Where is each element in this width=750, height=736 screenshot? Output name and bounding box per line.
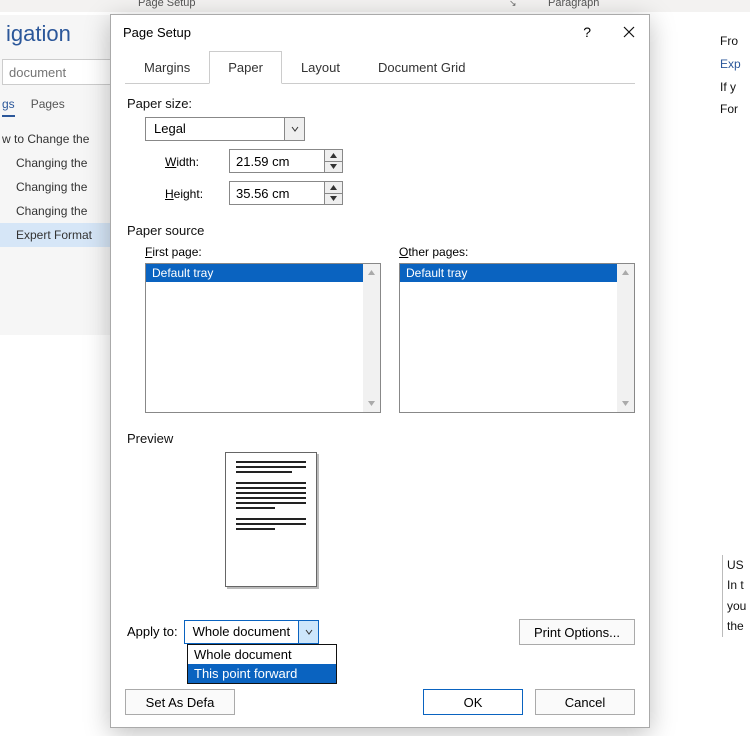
doc-line-link[interactable]: Exp [720,53,750,76]
height-label: Height: [165,186,229,201]
caret-down-icon [622,401,629,406]
paper-size-section-label: Paper size: [127,96,635,111]
apply-to-label: Apply to: [127,620,178,639]
scrollbar [363,264,380,412]
width-input[interactable] [230,150,324,172]
nav-tab-pages[interactable]: Pages [31,97,65,117]
list-item[interactable]: Default tray [146,264,380,282]
dialog-body: Margins Paper Layout Document Grid Paper… [111,51,649,645]
first-page-tray-listbox[interactable]: Default tray [145,263,381,413]
doc-line: For [720,98,750,121]
apply-to-combo[interactable]: Whole document [184,620,320,644]
height-input[interactable] [230,182,324,204]
doc-text-right: Fro Exp If y For [720,30,750,121]
width-spin-up[interactable] [325,150,342,162]
paper-size-dropdown-button[interactable] [284,118,304,140]
height-spin-up[interactable] [325,182,342,194]
paper-source-section-label: Paper source [127,223,635,238]
page-preview-thumbnail [225,452,317,587]
ribbon-group-paragraph: Paragraph [548,0,599,9]
page-setup-dialog: Page Setup ? Margins Paper Layout Docume… [110,14,650,728]
doc-text-right-lower: US In t you the [722,555,750,637]
caret-up-icon [330,185,337,190]
other-pages-tray-listbox[interactable]: Default tray [399,263,635,413]
dialog-title: Page Setup [123,25,191,40]
width-label: Width: [165,154,229,169]
scrollbar [617,264,634,412]
width-spin-down[interactable] [325,162,342,173]
apply-to-dropdown-list: Whole document This point forward [187,644,337,684]
chevron-down-icon [291,125,299,133]
doc-line: If y [720,76,750,99]
doc-line: US [727,555,750,575]
dialog-tabs: Margins Paper Layout Document Grid [125,51,635,84]
close-icon [623,26,635,38]
nav-tab-headings[interactable]: gs [2,97,15,117]
tab-layout[interactable]: Layout [282,51,359,83]
dialog-launcher-icon[interactable]: ↘ [509,0,517,9]
other-pages-label: Other pages: [399,244,635,259]
ribbon-group-page-setup: Page Setup [138,0,196,9]
preview-area [225,452,635,587]
ribbon-group-labels: Page Setup ↘ Paragraph [0,0,750,12]
print-options-button[interactable]: Print Options... [519,619,635,645]
chevron-down-icon [305,628,313,636]
caret-down-icon [330,196,337,201]
caret-up-icon [368,270,375,275]
ok-button[interactable]: OK [423,689,523,715]
height-spinner[interactable] [229,181,343,205]
paper-size-combo[interactable]: Legal [145,117,305,141]
caret-down-icon [368,401,375,406]
close-button[interactable] [615,18,643,46]
caret-down-icon [330,164,337,169]
scroll-down[interactable] [617,395,634,412]
height-spin-down[interactable] [325,194,342,205]
doc-line: you [727,596,750,616]
width-spinner[interactable] [229,149,343,173]
apply-to-option[interactable]: This point forward [188,664,336,683]
first-page-label: First page: [145,244,381,259]
preview-section-label: Preview [127,431,635,446]
paper-size-value: Legal [146,118,284,140]
scroll-up[interactable] [617,264,634,281]
tab-document-grid[interactable]: Document Grid [359,51,484,83]
apply-to-value: Whole document [185,621,299,643]
tab-margins[interactable]: Margins [125,51,209,83]
scroll-down[interactable] [363,395,380,412]
caret-up-icon [622,270,629,275]
list-item[interactable]: Default tray [400,264,634,282]
scroll-up[interactable] [363,264,380,281]
dialog-titlebar: Page Setup ? [111,15,649,49]
tab-paper[interactable]: Paper [209,51,282,84]
apply-to-option[interactable]: Whole document [188,645,336,664]
cancel-button[interactable]: Cancel [535,689,635,715]
doc-line: In t [727,575,750,595]
set-as-default-button[interactable]: Set As Defa [125,689,235,715]
dialog-footer: Set As Defa OK Cancel [125,689,635,715]
doc-line: Fro [720,30,750,53]
caret-up-icon [330,153,337,158]
apply-to-dropdown-button[interactable] [298,621,318,643]
dialog-help-button[interactable]: ? [583,24,591,40]
doc-line: the [727,616,750,636]
